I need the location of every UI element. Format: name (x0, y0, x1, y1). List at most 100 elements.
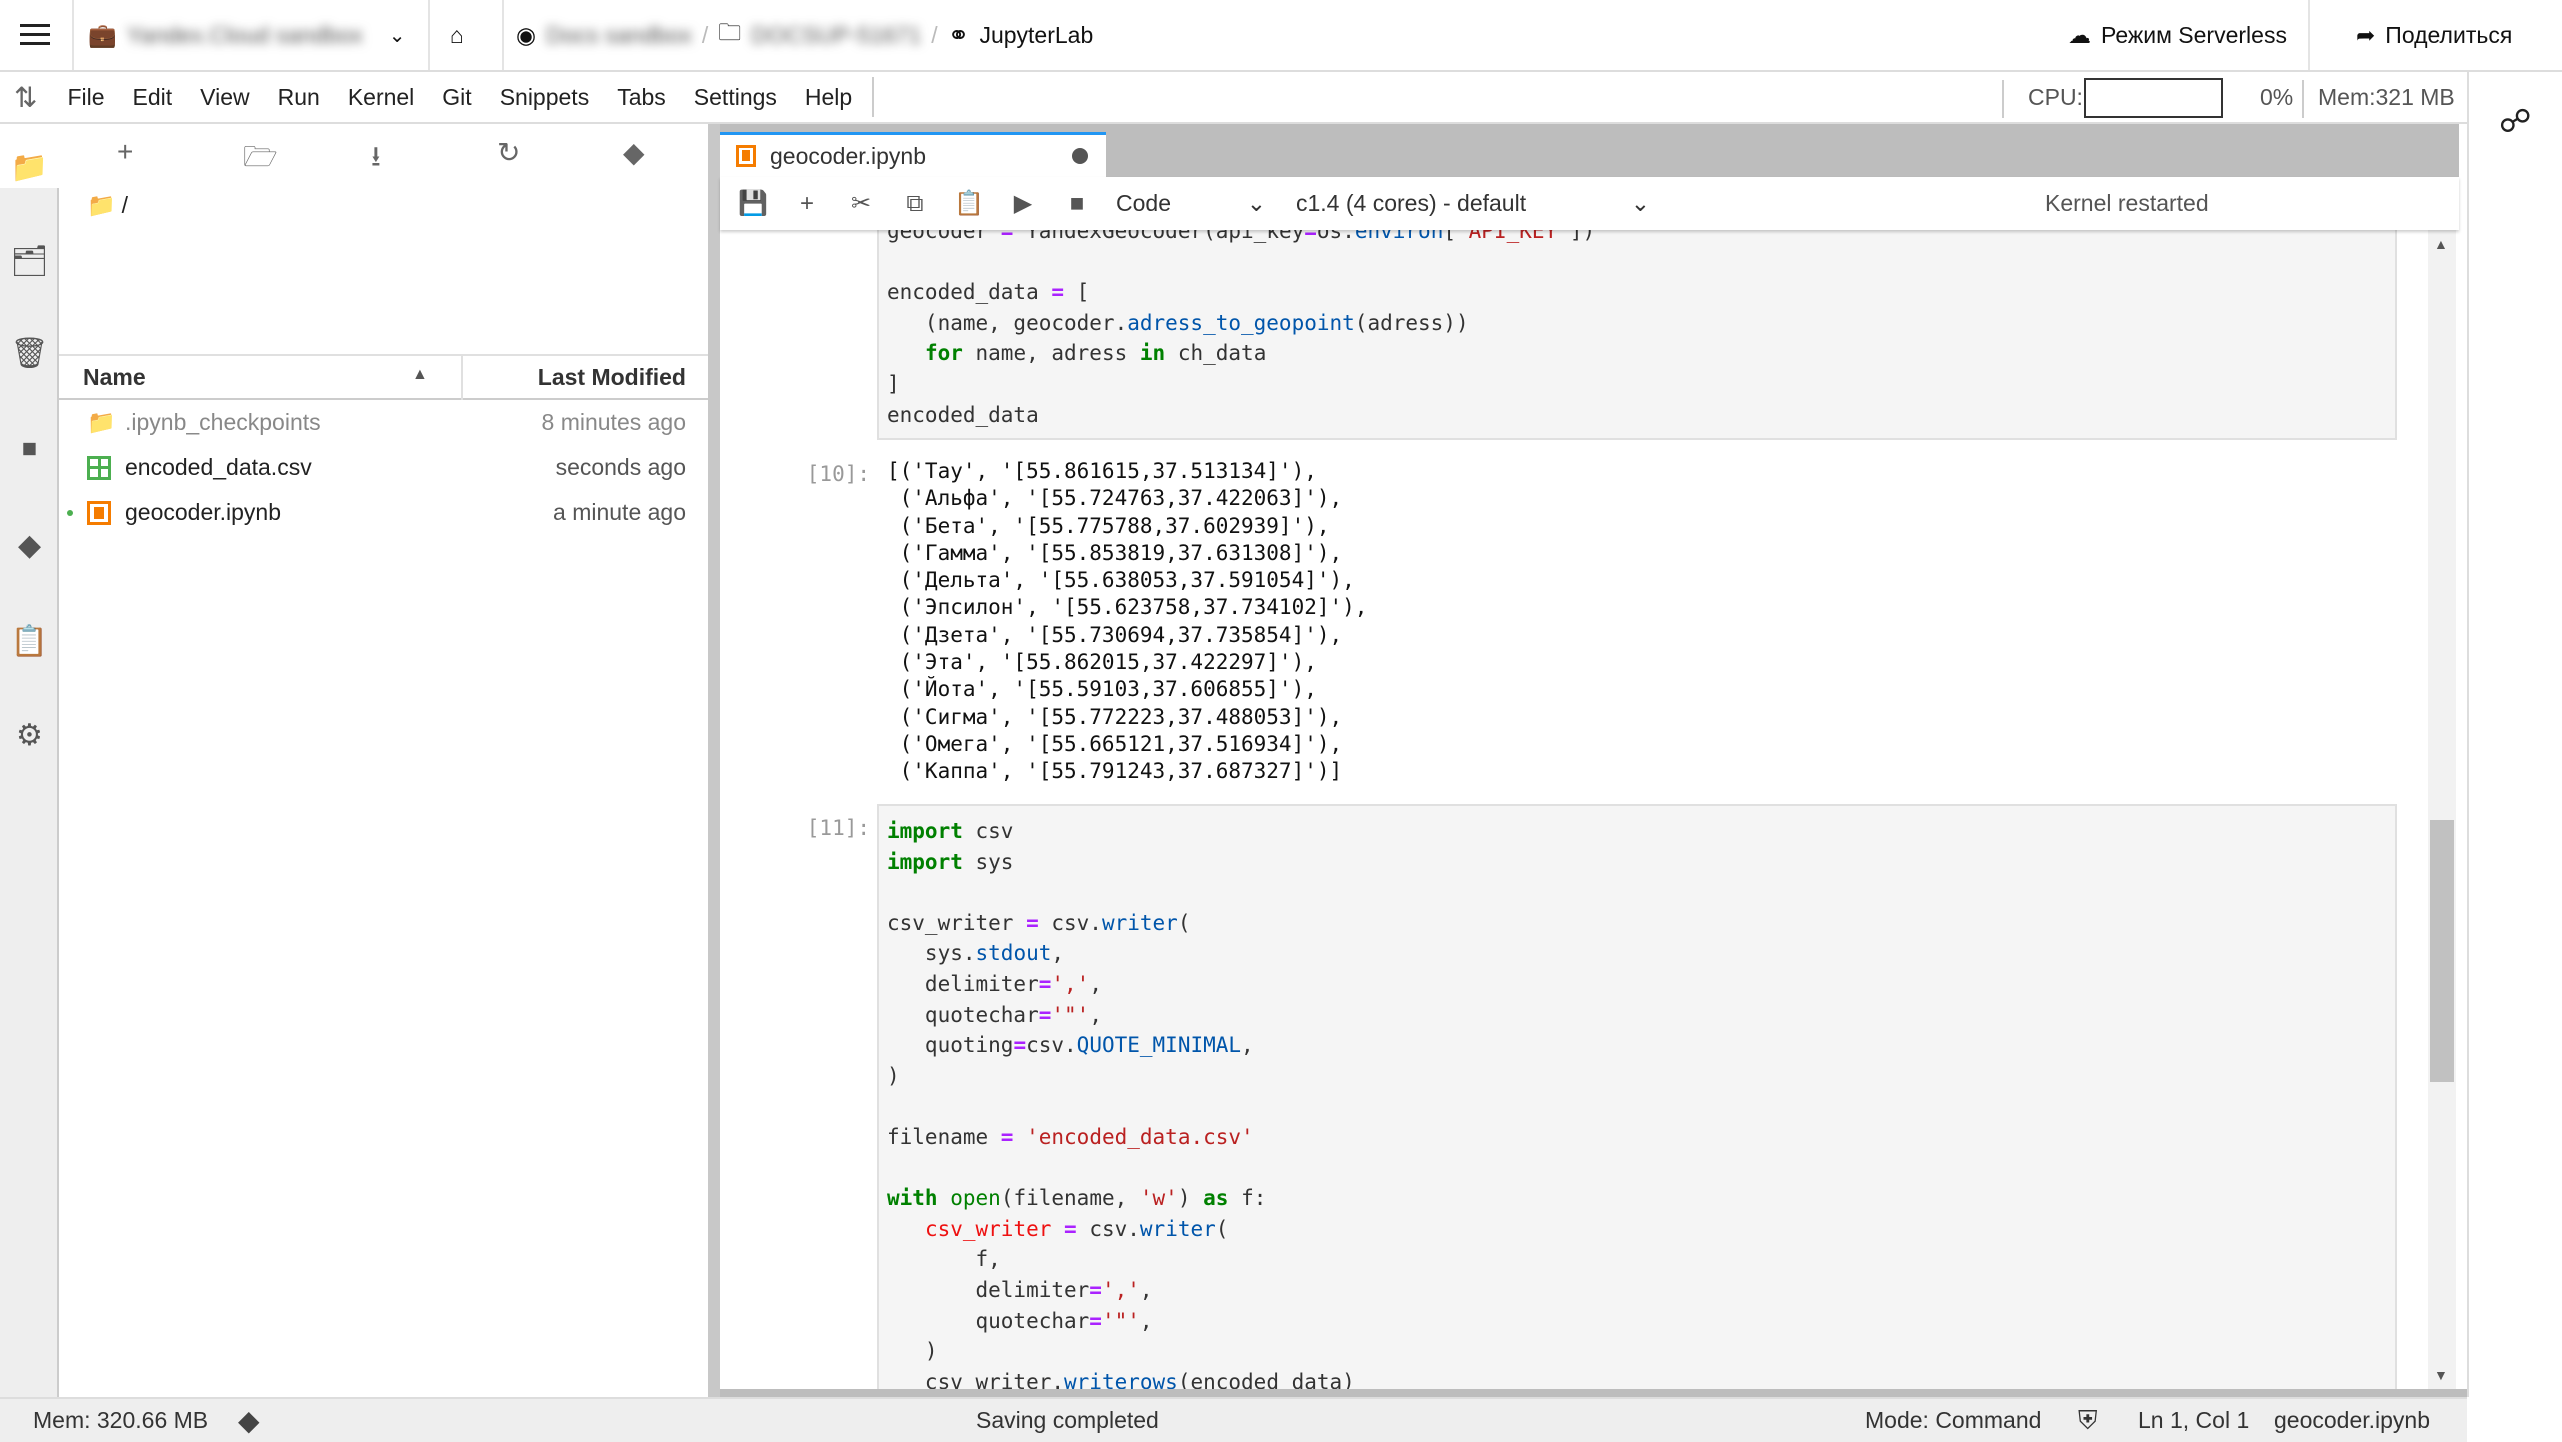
scroll-down-icon[interactable]: ▼ (2434, 1367, 2448, 1383)
code-line: with open(filename, 'w') as f: (887, 1183, 2395, 1214)
cell-type-select[interactable]: Code ⌄ (1116, 190, 1266, 217)
breadcrumb-project[interactable]: Docs sandbox (546, 22, 692, 49)
menu-view[interactable]: View (186, 84, 263, 111)
status-cursor-position[interactable]: Ln 1, Col 1 (2138, 1399, 2249, 1442)
column-last-modified[interactable]: Last Modified (538, 364, 686, 391)
run-icon[interactable]: ▶ (996, 189, 1050, 218)
code-token: ch_data (1165, 341, 1267, 366)
upload-icon[interactable]: ⭳ (371, 136, 381, 184)
share-arrow-icon: ➦ (2356, 21, 2376, 48)
code-token: in (1139, 341, 1166, 366)
menu-kernel[interactable]: Kernel (334, 84, 428, 111)
code-token: writerows (1064, 1369, 1178, 1389)
code-line: quotechar='"', (887, 1306, 2395, 1337)
menu-help[interactable]: Help (791, 84, 866, 111)
code-cell[interactable]: import csv import sys csv_writer = csv.wri… (877, 804, 2397, 1389)
kernel-select[interactable]: c1.4 (4 cores) - default ⌄ (1296, 190, 1650, 217)
new-folder-icon[interactable]: 🗁 (243, 136, 278, 184)
stop-icon[interactable]: ■ (1050, 190, 1104, 218)
copy-icon[interactable]: ⧉ (888, 190, 942, 218)
save-icon[interactable]: 💾 (726, 189, 780, 218)
code-token: import (887, 819, 963, 843)
scroll-up-icon[interactable]: ▲ (2434, 236, 2448, 252)
insert-cell-icon[interactable]: + (780, 190, 834, 218)
code-token: = (1089, 1277, 1102, 1302)
menu-settings[interactable]: Settings (680, 84, 791, 111)
output-line: ('Йота', '[55.59103,37.606855]'), (887, 677, 1317, 702)
code-token: ',' (1101, 1277, 1140, 1302)
hamburger-menu-icon[interactable] (20, 0, 52, 70)
tab-geocoder[interactable]: geocoder.ipynb (720, 132, 1106, 177)
table-of-contents-icon[interactable]: 📋 (0, 624, 59, 659)
code-token: encoded_data (887, 402, 1039, 427)
code-token: = (1013, 1033, 1027, 1058)
file-browser-icon[interactable]: 📁 (0, 150, 59, 185)
settings-gears-icon[interactable]: ⚙ (0, 718, 59, 753)
git-status-icon[interactable]: ◆ (238, 1399, 260, 1442)
code-token: , (1139, 1277, 1153, 1302)
status-filename: geocoder.ipynb (2274, 1407, 2431, 1433)
menu-file[interactable]: File (53, 84, 118, 111)
column-name[interactable]: Name (83, 364, 146, 391)
file-list-header: Name ▲ Last Modified (59, 354, 708, 400)
file-row[interactable]: geocoder.ipynb a minute ago (59, 490, 708, 535)
code-token: writer (1101, 910, 1178, 935)
scrollbar-thumb[interactable] (2430, 820, 2454, 1082)
property-inspector-icon[interactable]: ☍ (2499, 102, 2531, 140)
git-clone-icon[interactable]: ◆ (623, 136, 645, 169)
output-line: ('Омега', '[55.665121,37.516934]'), (887, 731, 1343, 756)
menu-run[interactable]: Run (264, 84, 334, 111)
code-token: '"' (1101, 1308, 1140, 1333)
trash-icon[interactable]: 🗑 (0, 336, 59, 371)
paste-icon[interactable]: 📋 (942, 189, 996, 218)
refresh-icon[interactable]: ↻ (497, 136, 520, 169)
file-row[interactable]: 📁 .ipynb_checkpoints 8 minutes ago (59, 400, 708, 445)
share-button[interactable]: ➦ Поделиться (2356, 0, 2512, 70)
output-line: ('Бета', '[55.775788,37.602939]'), (887, 513, 1330, 538)
cut-icon[interactable]: ✂ (834, 189, 888, 218)
jupyter-icon: ⚭ (947, 19, 970, 50)
output-prompt: [10]: (806, 462, 870, 486)
new-launcher-icon[interactable]: + (117, 136, 133, 168)
menu-git[interactable]: Git (428, 84, 485, 111)
jupyter-logo-icon: ⇅ (14, 81, 38, 113)
status-mode[interactable]: Mode: Command (1865, 1399, 2041, 1442)
notebook-panel: geocoder = YandexGeocoder(api_key=os.env… (720, 230, 2459, 1389)
code-token: os. (1316, 230, 1355, 243)
code-token: = (1038, 1002, 1052, 1027)
code-line: sys.stdout, (887, 938, 2395, 969)
home-icon[interactable]: ⌂ (450, 0, 464, 70)
output-line: ('Эта', '[55.862015,37.422297]'), (887, 650, 1317, 675)
running-indicator (67, 509, 73, 516)
code-line: quotechar='"', (887, 1000, 2395, 1031)
panel-splitter[interactable] (708, 124, 720, 1397)
file-row[interactable]: encoded_data.csv seconds ago (59, 445, 708, 490)
code-token: sys. (887, 941, 976, 966)
folder-icon: 📁 (87, 192, 116, 218)
menu-bar: ⇅ File Edit View Run Kernel Git Snippets… (0, 72, 2467, 124)
code-cell[interactable]: geocoder = YandexGeocoder(api_key=os.env… (877, 230, 2397, 440)
menu-edit[interactable]: Edit (119, 84, 187, 111)
cloud-selector[interactable]: 💼 Yandex.Cloud sandbox ⌄ (88, 0, 406, 70)
code-token: environ (1354, 230, 1444, 243)
trusted-shield-icon[interactable]: ⛨ (2078, 1399, 2098, 1442)
code-line: encoded_data (887, 400, 2395, 431)
current-path[interactable]: 📁 / (87, 192, 128, 219)
serverless-button[interactable]: ☁ Режим Serverless (2068, 0, 2287, 70)
git-icon[interactable]: ◆ (0, 528, 59, 563)
output-line: [('Тау', '[55.861615,37.513134]'), (887, 459, 1317, 483)
breadcrumb-folder[interactable]: DOCSUP-51671 (751, 22, 921, 49)
unsaved-dot-icon[interactable] (1072, 148, 1088, 164)
cell-output: [('Тау', '[55.861615,37.513134]'), ('Аль… (887, 458, 1367, 786)
running-kernels-icon[interactable]: ⏹ (0, 432, 59, 466)
new-folder-icon[interactable]: 🗂 (0, 244, 59, 279)
code-token: quotechar (887, 1002, 1039, 1027)
menu-tabs[interactable]: Tabs (603, 84, 680, 111)
code-token: open (950, 1186, 1001, 1211)
code-line: csv_writer = csv.writer( (887, 1214, 2395, 1245)
menu-snippets[interactable]: Snippets (486, 84, 604, 111)
notebook-scrollbar[interactable]: ▲ ▼ (2428, 230, 2456, 1389)
code-token: '"' (1051, 1002, 1090, 1027)
